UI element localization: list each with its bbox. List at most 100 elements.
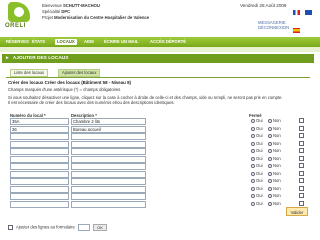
closed-no-radio[interactable]	[268, 186, 272, 191]
local-number-input[interactable]	[10, 185, 69, 193]
table-row: Oui Non	[8, 163, 308, 170]
local-number-input[interactable]	[10, 178, 69, 185]
closed-yes-label: Oui	[256, 163, 263, 168]
specialty-label: Spécialité	[42, 9, 61, 14]
closed-no-label: Non	[273, 200, 281, 206]
user-name: SCHUTT-MACHOU	[62, 3, 100, 8]
row-disable-checkbox[interactable]	[299, 200, 304, 206]
local-number-input[interactable]	[10, 133, 69, 140]
closed-yes-label: Oui	[256, 193, 263, 198]
local-description-input[interactable]: Chambre 2 lits	[71, 118, 146, 125]
closed-no-radio[interactable]	[268, 141, 272, 146]
closed-no-radio[interactable]	[268, 134, 272, 138]
logout-link[interactable]: DÉCONNEXION	[258, 25, 289, 30]
row-disable-checkbox[interactable]	[299, 185, 304, 191]
closed-no-radio[interactable]	[268, 171, 272, 176]
closed-yes-label: Oui	[256, 133, 263, 138]
row-disable-checkbox[interactable]	[299, 178, 304, 183]
local-description-input[interactable]	[71, 148, 146, 155]
local-description-input[interactable]	[71, 155, 146, 163]
local-number-input[interactable]	[10, 163, 69, 170]
local-description-input[interactable]	[71, 140, 146, 148]
closed-no-radio[interactable]	[268, 194, 272, 198]
add-rows-count-input[interactable]	[78, 224, 90, 231]
closed-no-radio[interactable]	[268, 149, 272, 153]
local-number-input[interactable]	[10, 140, 69, 148]
closed-yes-radio[interactable]	[251, 141, 255, 146]
closed-yes-radio[interactable]	[251, 156, 255, 161]
closed-yes-radio[interactable]	[251, 171, 255, 176]
closed-no-label: Non	[273, 163, 281, 168]
closed-yes-label: Oui	[256, 170, 263, 176]
closed-no-label: Non	[273, 170, 281, 176]
local-description-input[interactable]	[71, 185, 146, 193]
local-number-input[interactable]: 36	[10, 125, 69, 133]
closed-yes-radio[interactable]	[251, 186, 255, 191]
row-disable-checkbox[interactable]	[299, 125, 304, 131]
footer-add-rows: Ajouter des lignes au formulaire OK	[8, 224, 107, 231]
local-number-input[interactable]	[10, 200, 69, 208]
local-description-input[interactable]	[71, 170, 146, 178]
closed-no-label: Non	[273, 155, 281, 161]
closed-no-radio[interactable]	[268, 126, 272, 131]
table-row: Oui Non	[8, 185, 308, 193]
table-row: 35A Chambre 2 lits Oui Non	[8, 118, 308, 125]
table-row: Oui Non	[8, 170, 308, 178]
arrow-right-icon: ►	[5, 56, 10, 61]
closed-yes-radio[interactable]	[251, 164, 255, 168]
local-description-input[interactable]	[71, 133, 146, 140]
required-note: Champs marqués d'une astérisque (*) = ch…	[8, 87, 121, 92]
local-description-input[interactable]: Bureau accueil	[71, 125, 146, 133]
closed-no-radio[interactable]	[268, 164, 272, 168]
table-row: Oui Non	[8, 200, 308, 208]
closed-yes-radio[interactable]	[251, 119, 255, 123]
local-description-input[interactable]	[71, 200, 146, 208]
row-disable-checkbox[interactable]	[299, 133, 304, 138]
nav-etats[interactable]: ÉTATS	[32, 39, 45, 45]
table-row: Oui Non	[8, 155, 308, 163]
page-title: AJOUTER DES LOCAUX	[12, 56, 69, 61]
local-number-input[interactable]	[10, 193, 69, 200]
tab-add-locaux[interactable]: Ajouter des locaux	[58, 69, 101, 77]
local-description-input[interactable]	[71, 178, 146, 185]
nav-aide[interactable]: AIDE	[84, 39, 94, 45]
closed-no-radio[interactable]	[268, 179, 272, 183]
closed-yes-label: Oui	[256, 118, 263, 123]
local-number-input[interactable]: 35A	[10, 118, 69, 125]
closed-no-label: Non	[273, 148, 281, 153]
row-disable-checkbox[interactable]	[299, 140, 304, 146]
nav-ecrire-mail[interactable]: ÉCRIRE UN MAIL	[104, 39, 138, 45]
local-description-input[interactable]	[71, 163, 146, 170]
local-number-input[interactable]	[10, 155, 69, 163]
closed-yes-radio[interactable]	[251, 134, 255, 138]
row-disable-checkbox[interactable]	[299, 155, 304, 161]
row-disable-checkbox[interactable]	[299, 170, 304, 176]
local-number-input[interactable]	[10, 170, 69, 178]
add-rows-ok-button[interactable]: OK	[93, 224, 107, 231]
closed-no-radio[interactable]	[268, 201, 272, 206]
closed-no-radio[interactable]	[268, 119, 272, 123]
row-disable-checkbox[interactable]	[299, 118, 304, 123]
closed-yes-radio[interactable]	[251, 201, 255, 206]
closed-no-radio[interactable]	[268, 156, 272, 161]
main-content: ► AJOUTER DES LOCAUX Liste des locaux Ajo…	[2, 54, 314, 229]
local-number-input[interactable]	[10, 148, 69, 155]
flag-uk-icon[interactable]	[305, 10, 313, 15]
row-disable-checkbox[interactable]	[299, 163, 304, 168]
row-disable-checkbox[interactable]	[299, 148, 304, 153]
add-rows-checkbox[interactable]	[8, 225, 13, 230]
closed-yes-radio[interactable]	[251, 179, 255, 183]
closed-yes-radio[interactable]	[251, 149, 255, 153]
logo-mark-icon	[8, 2, 30, 22]
local-description-input[interactable]	[71, 193, 146, 200]
validate-button[interactable]: Valider	[286, 207, 308, 216]
flag-fr-icon[interactable]	[293, 10, 300, 15]
closed-yes-radio[interactable]	[251, 126, 255, 131]
top-header: ORELI Bienvenue SCHUTT-MACHOU Spécialité…	[0, 0, 320, 34]
nav-reserves[interactable]: RÉSERVES	[6, 39, 29, 45]
nav-acces-deporte[interactable]: ACCÈS DÉPORTÉ	[150, 39, 186, 45]
closed-yes-radio[interactable]	[251, 194, 255, 198]
row-disable-checkbox[interactable]	[299, 193, 304, 198]
tab-list-locaux[interactable]: Liste des locaux	[10, 69, 49, 77]
nav-locaux[interactable]: LOCAUX	[55, 39, 77, 45]
